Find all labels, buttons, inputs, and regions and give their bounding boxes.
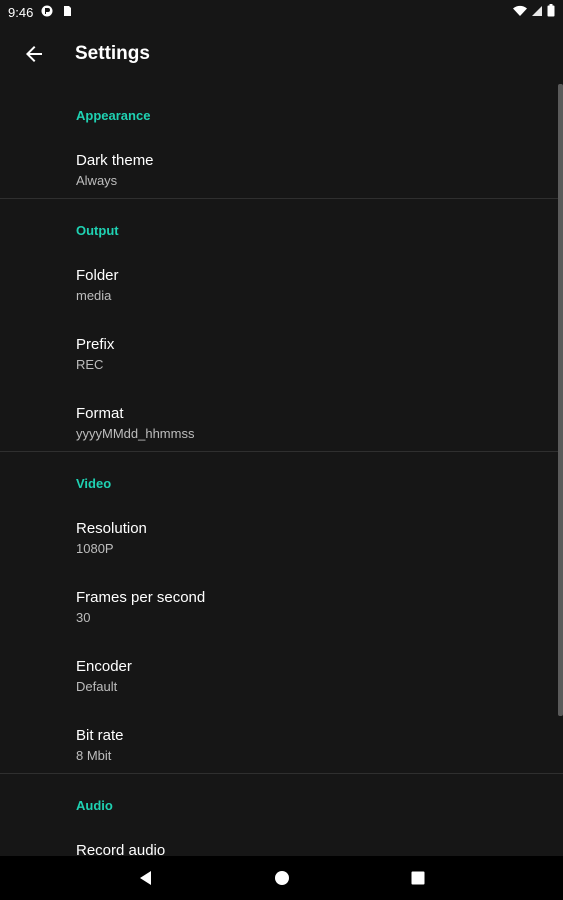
pref-summary: Default <box>76 679 118 694</box>
wifi-icon <box>513 5 527 20</box>
battery-icon <box>547 4 555 20</box>
scrollbar[interactable] <box>558 84 563 716</box>
pref-resolution[interactable]: Resolution 1080P <box>0 510 563 579</box>
arrow-back-icon <box>26 46 42 62</box>
pref-dark-theme[interactable]: Dark theme Always <box>0 142 563 198</box>
pref-summary: media <box>76 288 112 303</box>
pref-folder[interactable]: Folder media <box>0 257 563 326</box>
pref-title: Format <box>76 405 124 422</box>
pref-title: Frames per second <box>76 589 206 606</box>
section-header-appearance: Appearance <box>76 108 151 123</box>
sd-card-icon <box>61 5 73 20</box>
section-header-audio: Audio <box>76 798 113 813</box>
nav-home-icon <box>274 871 289 885</box>
pref-title: Encoder <box>76 658 132 675</box>
status-time: 9:46 <box>8 4 34 20</box>
nav-recents-button[interactable] <box>398 858 438 898</box>
pref-encoder[interactable]: Encoder Default <box>0 648 563 717</box>
back-button[interactable] <box>6 26 62 82</box>
pref-summary: REC <box>76 357 104 372</box>
section-header-video: Video <box>76 476 112 491</box>
nav-home-button[interactable] <box>262 858 302 898</box>
pref-summary: 8 Mbit <box>76 748 112 763</box>
pref-title: Record audio <box>76 842 166 856</box>
pref-summary: Always <box>76 173 118 188</box>
nav-recents-icon <box>411 871 424 885</box>
pref-summary: yyyyMMdd_hhmmss <box>76 426 195 441</box>
pref-title: Bit rate <box>76 727 124 744</box>
pref-format[interactable]: Format yyyyMMdd_hhmmss <box>0 395 563 451</box>
pref-frames-per-second[interactable]: Frames per second 30 <box>0 579 563 648</box>
app-bar: Settings <box>0 24 563 84</box>
pref-title: Folder <box>76 267 119 284</box>
navigation-bar <box>0 856 563 900</box>
pref-summary: 30 <box>76 610 91 625</box>
pref-title: Dark theme <box>76 152 154 169</box>
settings-list[interactable]: Appearance Dark theme Always Output Fold… <box>0 84 563 856</box>
pref-title: Prefix <box>76 336 115 353</box>
nav-back-button[interactable] <box>126 858 166 898</box>
signal-icon <box>531 5 543 20</box>
status-bar: 9:46 <box>0 0 563 24</box>
section-header-output: Output <box>76 223 119 238</box>
pref-record-audio[interactable]: Record audio <box>0 832 563 856</box>
nav-back-icon <box>139 871 151 885</box>
pref-prefix[interactable]: Prefix REC <box>0 326 563 395</box>
pref-bit-rate[interactable]: Bit rate 8 Mbit <box>0 717 563 773</box>
pref-title: Resolution <box>76 520 147 537</box>
notification-icon <box>41 5 53 20</box>
page-title: Settings <box>75 43 150 64</box>
pref-summary: 1080P <box>76 541 114 556</box>
